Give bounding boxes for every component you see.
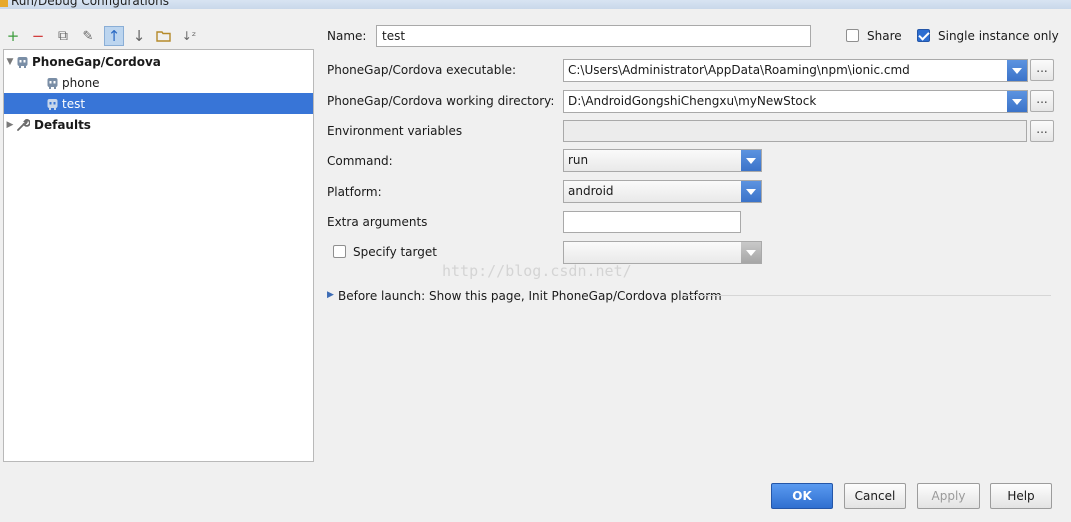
tree-defaults-label: Defaults <box>34 117 91 132</box>
tree-item-label: test <box>62 96 86 111</box>
cancel-button[interactable]: Cancel <box>844 483 906 509</box>
specify-target-label[interactable]: Specify target <box>353 245 437 259</box>
apply-button[interactable]: Apply <box>917 483 980 509</box>
platform-value: android <box>568 184 614 198</box>
extra-args-input[interactable] <box>563 211 741 233</box>
tree-item-label: phone <box>62 75 100 90</box>
config-toolbar: + − ⧉ ✎ ↑ ↓ ↓ᶻ <box>3 26 303 46</box>
env-label: Environment variables <box>327 124 463 138</box>
browse-workdir-button[interactable]: ... <box>1030 90 1054 112</box>
edit-defaults-icon[interactable]: ✎ <box>78 26 98 46</box>
before-launch-label[interactable]: Before launch: Show this page, Init Phon… <box>338 289 722 303</box>
app-icon <box>0 0 8 7</box>
expand-arrow-icon[interactable]: ▶ <box>327 290 334 300</box>
command-value: run <box>568 153 589 167</box>
remove-icon[interactable]: − <box>28 26 48 46</box>
share-label[interactable]: Share <box>867 29 902 43</box>
move-down-icon[interactable]: ↓ <box>129 26 149 46</box>
tree-group-defaults[interactable]: ▶ Defaults <box>4 114 313 135</box>
copy-icon[interactable]: ⧉ <box>53 26 73 46</box>
name-input[interactable]: test <box>376 25 811 47</box>
extra-args-label: Extra arguments <box>327 215 428 229</box>
workdir-value: D:\AndroidGongshiChengxu\myNewStock <box>568 94 817 108</box>
name-label: Name: <box>327 29 367 43</box>
folder-icon[interactable] <box>153 26 173 46</box>
tree-group-label: PhoneGap/Cordova <box>32 54 161 69</box>
browse-executable-button[interactable]: ... <box>1030 59 1054 81</box>
chevron-down-icon[interactable] <box>1007 60 1027 81</box>
tree-item-test[interactable]: test <box>4 93 313 114</box>
share-checkbox[interactable] <box>846 29 859 42</box>
single-instance-checkbox[interactable] <box>917 29 930 42</box>
watermark-text: http://blog.csdn.net/ <box>442 262 632 280</box>
chevron-down-icon[interactable] <box>741 150 761 171</box>
cordova-robot-icon <box>46 97 59 110</box>
executable-value: C:\Users\Administrator\AppData\Roaming\n… <box>568 63 910 77</box>
tree-item-phone[interactable]: phone <box>4 72 313 93</box>
collapse-arrow-icon[interactable]: ▼ <box>4 57 16 67</box>
platform-label: Platform: <box>327 185 382 199</box>
platform-select[interactable]: android <box>563 180 762 203</box>
executable-label: PhoneGap/Cordova executable: <box>327 63 517 77</box>
chevron-down-icon[interactable] <box>741 242 761 263</box>
specify-target-checkbox[interactable] <box>333 245 346 258</box>
config-tree: ▼ PhoneGap/Cordova phone test ▶ Defaults <box>3 49 314 462</box>
before-launch-separator <box>682 295 1051 296</box>
sort-icon[interactable]: ↓ᶻ <box>179 26 199 46</box>
cordova-robot-icon <box>16 55 29 68</box>
add-icon[interactable]: + <box>3 26 23 46</box>
ok-button[interactable]: OK <box>771 483 833 509</box>
move-up-icon[interactable]: ↑ <box>104 26 124 46</box>
window-title: Run/Debug Configurations <box>11 0 169 8</box>
workdir-label: PhoneGap/Cordova working directory: <box>327 94 555 108</box>
executable-combo[interactable]: C:\Users\Administrator\AppData\Roaming\n… <box>563 59 1028 82</box>
browse-env-button[interactable]: ... <box>1030 120 1054 142</box>
command-select[interactable]: run <box>563 149 762 172</box>
command-label: Command: <box>327 154 393 168</box>
chevron-down-icon[interactable] <box>741 181 761 202</box>
workdir-combo[interactable]: D:\AndroidGongshiChengxu\myNewStock <box>563 90 1028 113</box>
title-bar: Run/Debug Configurations <box>0 0 1071 9</box>
tree-group-phonegap[interactable]: ▼ PhoneGap/Cordova <box>4 51 313 72</box>
target-select[interactable] <box>563 241 762 264</box>
cordova-robot-icon <box>46 76 59 89</box>
single-instance-label[interactable]: Single instance only <box>938 29 1059 43</box>
wrench-icon <box>16 118 31 132</box>
expand-arrow-icon[interactable]: ▶ <box>4 120 16 130</box>
help-button[interactable]: Help <box>990 483 1052 509</box>
chevron-down-icon[interactable] <box>1007 91 1027 112</box>
env-input[interactable] <box>563 120 1027 142</box>
